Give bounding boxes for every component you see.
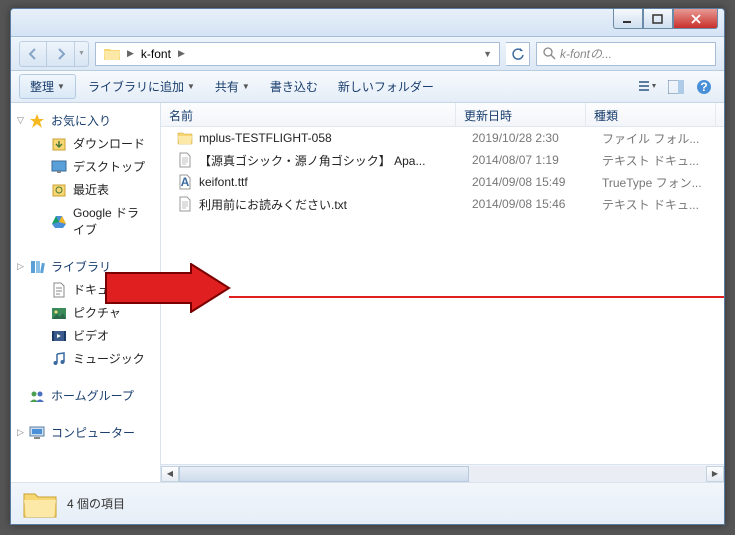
sidebar-item-documents[interactable]: ドキュメント [11, 278, 160, 301]
scroll-left-button[interactable]: ◀ [161, 466, 179, 482]
breadcrumb[interactable]: ▶ k-font ▶ ▼ [95, 42, 500, 66]
help-button[interactable]: ? [692, 75, 716, 99]
libraries-icon [29, 259, 45, 275]
status-count: 4 個の項目 [67, 495, 125, 512]
body: ▽お気に入り ダウンロード デスクトップ 最近表 Google ドライブ ▷ライ… [11, 103, 724, 482]
chevron-right-icon[interactable]: ▶ [175, 48, 188, 59]
file-date: 2014/09/08 15:49 [464, 175, 594, 189]
file-date: 2014/08/07 1:19 [464, 153, 594, 167]
navigation-pane: ▽お気に入り ダウンロード デスクトップ 最近表 Google ドライブ ▷ライ… [11, 103, 161, 482]
sidebar-item-videos[interactable]: ビデオ [11, 324, 160, 347]
sidebar-item-pictures[interactable]: ピクチャ [11, 301, 160, 324]
forward-button[interactable] [47, 41, 75, 67]
desktop-icon [51, 159, 67, 175]
file-name: 利用前にお読みください.txt [169, 196, 464, 213]
scroll-right-button[interactable]: ▶ [706, 466, 724, 482]
toolbar: 整理 ▼ ライブラリに追加 ▼ 共有 ▼ 書き込む 新しいフォルダー ? [11, 71, 724, 103]
horizontal-scrollbar[interactable]: ◀ ▶ [161, 464, 724, 482]
share-button[interactable]: 共有 ▼ [207, 74, 258, 99]
chevron-right-icon[interactable]: ▶ [124, 48, 137, 59]
column-header-name[interactable]: 名前 [161, 103, 456, 126]
star-icon [29, 113, 45, 129]
file-row[interactable]: 利用前にお読みください.txt2014/09/08 15:46テキスト ドキュ.… [161, 193, 724, 215]
favorites-header[interactable]: ▽お気に入り [11, 109, 160, 132]
minimize-button[interactable] [613, 9, 643, 29]
file-list-pane: 名前 更新日時 種類 mplus-TESTFLIGHT-0582019/10/2… [161, 103, 724, 482]
titlebar [11, 9, 724, 37]
file-type: ファイル フォル... [594, 130, 724, 147]
homegroup-icon [29, 388, 45, 404]
breadcrumb-root[interactable] [100, 45, 124, 62]
file-date: 2019/10/28 2:30 [464, 131, 594, 145]
search-placeholder: k-fontの... [560, 45, 612, 62]
refresh-button[interactable] [506, 42, 530, 66]
music-icon [51, 351, 67, 367]
font-icon: A [177, 174, 193, 190]
file-row[interactable]: mplus-TESTFLIGHT-0582019/10/28 2:30ファイル … [161, 127, 724, 149]
preview-pane-button[interactable] [664, 75, 688, 99]
google-drive-icon [51, 213, 67, 229]
new-folder-button[interactable]: 新しいフォルダー [330, 74, 442, 99]
close-button[interactable] [673, 9, 718, 29]
column-header-type[interactable]: 種類 [586, 103, 716, 126]
homegroup-header[interactable]: ホームグループ [11, 384, 160, 407]
nav-buttons: ▼ [19, 41, 89, 67]
txt-icon [177, 196, 193, 212]
txt-icon [177, 152, 193, 168]
file-name: Akeifont.ttf [169, 174, 464, 190]
file-row[interactable]: 【源真ゴシック・源ノ角ゴシック】 Apa...2014/08/07 1:19テキ… [161, 149, 724, 171]
burn-button[interactable]: 書き込む [262, 74, 326, 99]
file-list[interactable]: mplus-TESTFLIGHT-0582019/10/28 2:30ファイル … [161, 127, 724, 464]
nav-history-dropdown[interactable]: ▼ [75, 41, 89, 67]
scroll-track[interactable] [179, 466, 706, 482]
back-button[interactable] [19, 41, 47, 67]
sidebar-item-desktop[interactable]: デスクトップ [11, 155, 160, 178]
maximize-button[interactable] [643, 9, 673, 29]
sidebar-item-recent[interactable]: 最近表 [11, 178, 160, 201]
computer-header[interactable]: ▷コンピューター [11, 421, 160, 444]
videos-icon [51, 328, 67, 344]
file-type: TrueType フォン... [594, 174, 724, 191]
svg-text:?: ? [700, 80, 707, 94]
file-date: 2014/09/08 15:46 [464, 197, 594, 211]
search-input[interactable]: k-fontの... [536, 42, 716, 66]
file-name: 【源真ゴシック・源ノ角ゴシック】 Apa... [169, 152, 464, 169]
file-type: テキスト ドキュ... [594, 196, 724, 213]
computer-icon [29, 425, 45, 441]
view-options-button[interactable] [636, 75, 660, 99]
recent-icon [51, 182, 67, 198]
folder-icon [23, 490, 57, 518]
file-row[interactable]: Akeifont.ttf2014/09/08 15:49TrueType フォン… [161, 171, 724, 193]
file-type: テキスト ドキュ... [594, 152, 724, 169]
sidebar-item-music[interactable]: ミュージック [11, 347, 160, 370]
column-header-date[interactable]: 更新日時 [456, 103, 586, 126]
breadcrumb-folder[interactable]: k-font [137, 45, 175, 63]
organize-button[interactable]: 整理 ▼ [19, 74, 76, 99]
scroll-thumb[interactable] [179, 466, 469, 482]
add-to-library-button[interactable]: ライブラリに追加 ▼ [80, 74, 203, 99]
documents-icon [51, 282, 67, 298]
folder-icon [177, 130, 193, 146]
sidebar-item-google-drive[interactable]: Google ドライブ [11, 201, 160, 241]
downloads-icon [51, 136, 67, 152]
pictures-icon [51, 305, 67, 321]
sidebar-item-downloads[interactable]: ダウンロード [11, 132, 160, 155]
explorer-window: ▼ ▶ k-font ▶ ▼ k-fontの... 整理 ▼ ライブラリに追加 … [10, 8, 725, 525]
search-icon [543, 47, 556, 60]
svg-text:A: A [181, 175, 190, 189]
breadcrumb-dropdown[interactable]: ▼ [480, 49, 495, 59]
libraries-header[interactable]: ▷ライブラリ [11, 255, 160, 278]
address-bar: ▼ ▶ k-font ▶ ▼ k-fontの... [11, 37, 724, 71]
file-name: mplus-TESTFLIGHT-058 [169, 130, 464, 146]
status-bar: 4 個の項目 [11, 482, 724, 524]
column-headers: 名前 更新日時 種類 [161, 103, 724, 127]
